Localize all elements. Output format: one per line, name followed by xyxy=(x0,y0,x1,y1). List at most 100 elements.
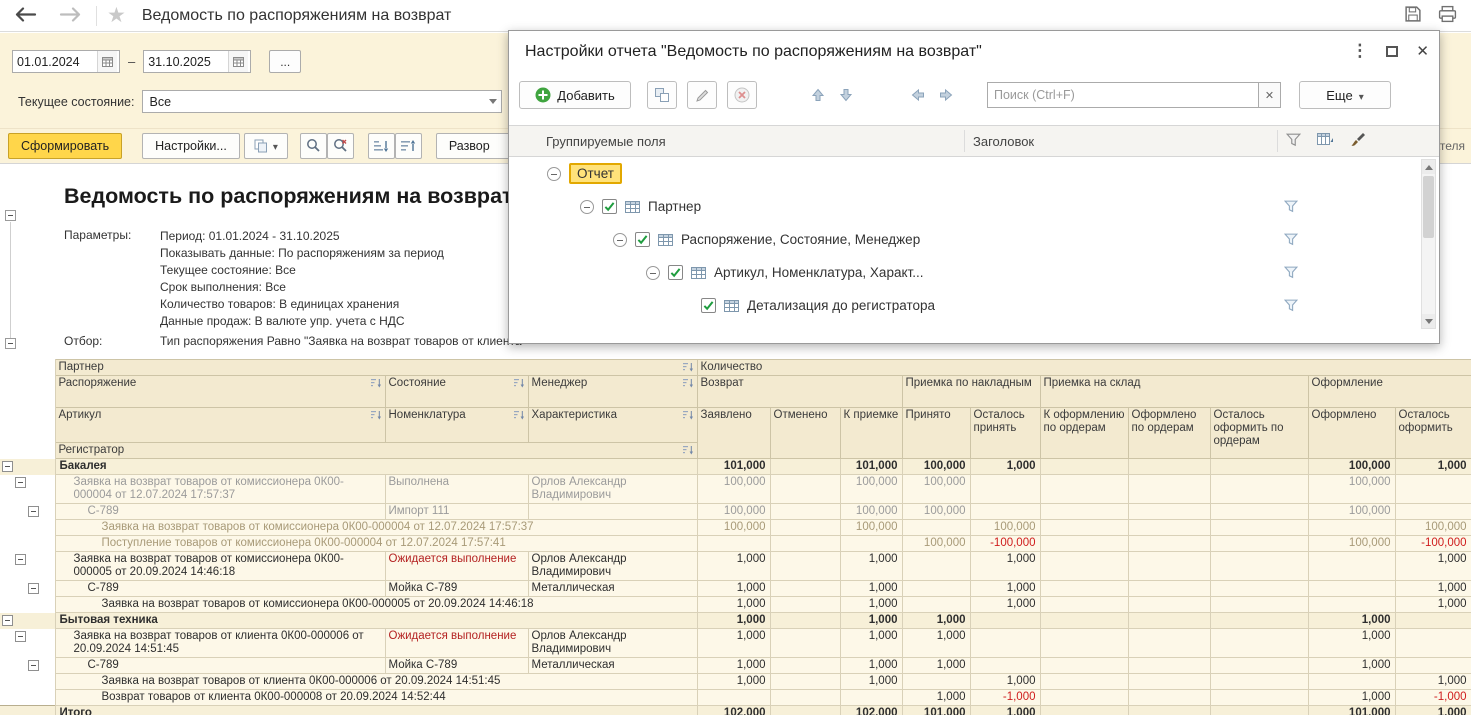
table-row[interactable]: С-789Мойка С-789Металлическая1,0001,0001… xyxy=(0,581,1471,597)
value-cell[interactable] xyxy=(770,475,840,504)
clear-search-button[interactable]: ✕ xyxy=(1259,82,1281,108)
value-cell[interactable] xyxy=(770,520,840,536)
value-cell[interactable]: 1,000 xyxy=(970,459,1040,475)
header-group-receipt-warehouse[interactable]: Приемка на склад xyxy=(1040,376,1308,408)
value-cell[interactable]: 1,000 xyxy=(1308,629,1395,658)
sort-icon[interactable] xyxy=(371,378,382,392)
value-cell[interactable]: 1,000 xyxy=(1395,706,1471,715)
collapse-row-button[interactable] xyxy=(28,583,39,594)
forward-button[interactable] xyxy=(52,5,88,27)
value-cell[interactable] xyxy=(1128,504,1210,520)
value-cell[interactable] xyxy=(1210,459,1308,475)
value-cell[interactable] xyxy=(1210,690,1308,706)
header-to-receive[interactable]: К приемке xyxy=(840,408,902,459)
value-cell[interactable] xyxy=(770,581,840,597)
current-state-select[interactable]: Все xyxy=(142,90,502,113)
value-cell[interactable] xyxy=(1040,613,1128,629)
search-button[interactable] xyxy=(300,133,327,159)
value-cell[interactable]: 100,000 xyxy=(1308,504,1395,520)
value-cell[interactable]: 100,000 xyxy=(697,475,770,504)
value-cell[interactable] xyxy=(770,674,840,690)
row-cell[interactable]: Металлическая xyxy=(528,581,697,597)
value-cell[interactable] xyxy=(1128,459,1210,475)
appearance-brush-icon[interactable] xyxy=(1350,132,1365,147)
back-button[interactable] xyxy=(8,5,44,27)
period-options-button[interactable]: ... xyxy=(269,50,301,73)
date-from-calendar-button[interactable] xyxy=(97,51,117,72)
value-cell[interactable]: 100,000 xyxy=(697,520,770,536)
collapse-row-button[interactable] xyxy=(2,615,13,626)
value-cell[interactable] xyxy=(970,629,1040,658)
collapse-row-button[interactable] xyxy=(15,631,26,642)
value-cell[interactable] xyxy=(1395,658,1471,674)
row-cell[interactable]: С-789 xyxy=(55,581,385,597)
value-cell[interactable]: 1,000 xyxy=(697,552,770,581)
table-row[interactable]: Бакалея101,000101,000100,0001,000100,000… xyxy=(0,459,1471,475)
move-right-button[interactable] xyxy=(935,84,957,106)
value-cell[interactable] xyxy=(1040,504,1128,520)
header-processed[interactable]: Оформлено xyxy=(1308,408,1395,459)
sort-ascending-button[interactable] xyxy=(368,133,395,159)
header-characteristic[interactable]: Характеристика xyxy=(528,408,697,443)
value-cell[interactable]: 100,000 xyxy=(840,475,902,504)
row-cell[interactable]: Ожидается выполнение xyxy=(385,552,528,581)
value-cell[interactable] xyxy=(1210,520,1308,536)
value-cell[interactable] xyxy=(1308,552,1395,581)
value-cell[interactable]: 1,000 xyxy=(970,674,1040,690)
value-cell[interactable] xyxy=(970,613,1040,629)
row-filter-icon[interactable] xyxy=(1284,299,1298,317)
scroll-up-button[interactable] xyxy=(1422,160,1435,174)
value-cell[interactable] xyxy=(770,536,840,552)
value-cell[interactable]: 1,000 xyxy=(840,552,902,581)
value-cell[interactable]: 1,000 xyxy=(970,706,1040,715)
value-cell[interactable]: 100,000 xyxy=(1308,536,1395,552)
value-cell[interactable] xyxy=(1210,504,1308,520)
value-cell[interactable]: 1,000 xyxy=(697,581,770,597)
table-row[interactable]: Заявка на возврат товаров от комиссионер… xyxy=(0,552,1471,581)
value-cell[interactable] xyxy=(770,552,840,581)
collapse-row-button[interactable] xyxy=(28,660,39,671)
header-processed-orders[interactable]: Оформлено по ордерам xyxy=(1128,408,1210,459)
tree-expander[interactable] xyxy=(580,200,594,214)
dialog-menu-icon[interactable] xyxy=(1351,41,1368,61)
row-cell[interactable]: Орлов Александр Владимирович xyxy=(528,552,697,581)
tree-row[interactable]: Артикул, Номенклатура, Характ... xyxy=(509,256,1419,289)
value-cell[interactable] xyxy=(1040,459,1128,475)
value-cell[interactable]: 1,000 xyxy=(1395,581,1471,597)
print-button[interactable] xyxy=(1436,3,1459,28)
value-cell[interactable]: 101,000 xyxy=(1308,706,1395,715)
columns-settings-icon[interactable] xyxy=(1317,133,1334,147)
move-down-button[interactable] xyxy=(835,84,857,106)
group-fields-button[interactable] xyxy=(647,81,677,109)
tree-row[interactable]: Партнер xyxy=(509,190,1419,223)
sort-icon[interactable] xyxy=(683,378,694,392)
value-cell[interactable]: 1,000 xyxy=(1395,459,1471,475)
row-cell[interactable]: Орлов Александр Владимирович xyxy=(528,475,697,504)
header-sku[interactable]: Артикул xyxy=(55,408,385,443)
row-label-cell[interactable]: Поступление товаров от комиссионера 0К00… xyxy=(55,536,697,552)
move-up-button[interactable] xyxy=(807,84,829,106)
value-cell[interactable] xyxy=(1210,613,1308,629)
value-cell[interactable]: 1,000 xyxy=(1308,658,1395,674)
value-cell[interactable] xyxy=(1210,597,1308,613)
table-row[interactable]: Заявка на возврат товаров от комиссионер… xyxy=(0,597,1471,613)
sort-icon[interactable] xyxy=(514,410,525,424)
column-fields-header[interactable]: Группируемые поля xyxy=(546,134,666,149)
tree-expander[interactable] xyxy=(613,233,627,247)
table-row[interactable]: С-789Импорт 111100,000100,000100,000100,… xyxy=(0,504,1471,520)
value-cell[interactable] xyxy=(1395,629,1471,658)
value-cell[interactable]: 102,000 xyxy=(840,706,902,715)
row-cell[interactable] xyxy=(528,504,697,520)
table-row[interactable]: Итого102,000102,000101,0001,000101,0001,… xyxy=(0,706,1471,715)
value-cell[interactable] xyxy=(1040,552,1128,581)
value-cell[interactable] xyxy=(1308,581,1395,597)
value-cell[interactable] xyxy=(1128,706,1210,715)
value-cell[interactable] xyxy=(902,552,970,581)
value-cell[interactable] xyxy=(1210,536,1308,552)
row-filter-icon[interactable] xyxy=(1284,200,1298,218)
value-cell[interactable] xyxy=(902,520,970,536)
tree-label[interactable]: Партнер xyxy=(648,199,701,214)
value-cell[interactable] xyxy=(1040,690,1128,706)
sort-icon[interactable] xyxy=(514,378,525,392)
dialog-close-icon[interactable] xyxy=(1416,42,1429,61)
